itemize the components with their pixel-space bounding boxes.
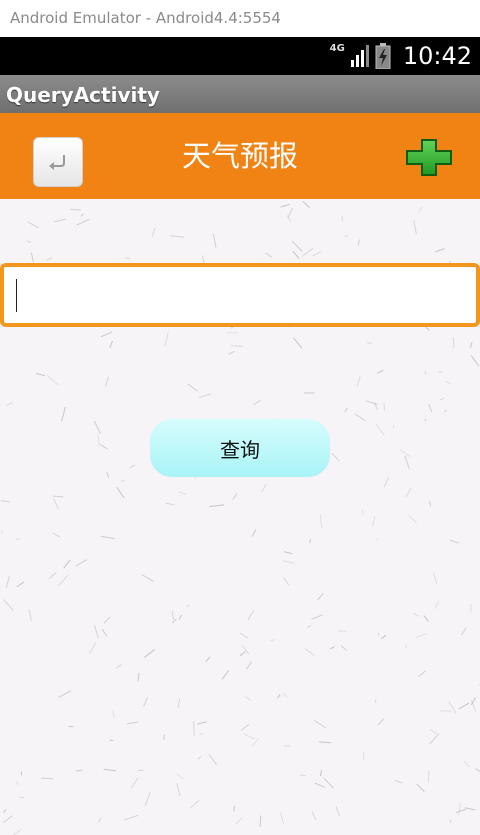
signal-icon bbox=[350, 45, 369, 67]
emulator-window-title: Android Emulator - Android4.4:5554 bbox=[0, 0, 480, 37]
status-icons: 4G 10:42 bbox=[330, 37, 472, 75]
activity-title-bar: QueryActivity bbox=[0, 75, 480, 113]
battery-charging-icon bbox=[375, 43, 391, 69]
add-button[interactable] bbox=[405, 138, 453, 176]
content-area: 查询 bbox=[0, 199, 480, 835]
plus-icon bbox=[406, 139, 452, 176]
status-bar: 4G 10:42 bbox=[0, 37, 480, 75]
text-cursor bbox=[16, 279, 17, 312]
city-search-input[interactable] bbox=[0, 263, 480, 327]
back-button[interactable] bbox=[33, 137, 83, 187]
query-button[interactable]: 查询 bbox=[150, 419, 330, 477]
header-toolbar: 天气预报 bbox=[0, 113, 480, 199]
status-clock: 10:42 bbox=[402, 42, 472, 70]
network-type-label: 4G bbox=[329, 42, 345, 54]
return-arrow-icon bbox=[49, 155, 65, 170]
